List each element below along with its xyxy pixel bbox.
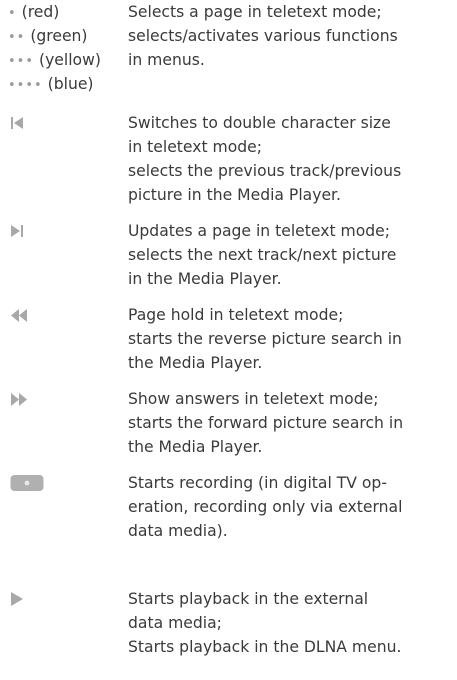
manual-page: • (red) •• (green) ••• (yellow) •••• (bl… (0, 0, 457, 680)
description-line: Starts playback in the DLNA menu. (128, 638, 402, 656)
rewind-icon (11, 309, 27, 322)
skip-previous-description: Switches to double character size in tel… (128, 111, 453, 207)
description-line: data media). (128, 522, 228, 540)
fast-forward-description: Show answers in teletext mode; starts th… (128, 387, 453, 459)
play-icon (11, 592, 23, 606)
description-line: Starts recording (in digital TV op- (128, 474, 387, 492)
green-dots-icon: •• (8, 30, 26, 45)
description-line: eration, recording only via external (128, 498, 403, 516)
skip-previous-icon (11, 117, 23, 129)
color-button-red: • (red) (8, 0, 128, 24)
description-line: in teletext mode; (128, 138, 263, 156)
color-buttons-list: • (red) •• (green) ••• (yellow) •••• (bl… (8, 0, 128, 96)
description-line: the Media Player. (128, 354, 263, 372)
description-line: picture in the Media Player. (128, 186, 341, 204)
description-line: the Media Player. (128, 438, 263, 456)
description-line: selects the next track/next picture (128, 246, 397, 264)
skip-next-description: Updates a page in teletext mode; selects… (128, 219, 453, 291)
play-description: Starts playback in the external data med… (128, 587, 453, 659)
yellow-label: (yellow) (38, 51, 101, 69)
fast-forward-icon (11, 393, 27, 406)
description-line: in menus. (128, 51, 205, 69)
description-line: Page hold in teletext mode; (128, 306, 344, 324)
description-line: selects the previous track/previous (128, 162, 402, 180)
red-label: (red) (21, 3, 60, 21)
blue-dots-icon: •••• (8, 78, 43, 93)
red-dot-icon: • (8, 6, 17, 21)
description-line: data media; (128, 614, 222, 632)
green-label: (green) (30, 27, 88, 45)
color-button-green: •• (green) (8, 24, 128, 48)
description-line: Starts playback in the external (128, 590, 369, 608)
record-description: Starts recording (in digital TV op- erat… (128, 471, 453, 543)
color-button-blue: •••• (blue) (8, 72, 128, 96)
description-line: Show answers in teletext mode; (128, 390, 379, 408)
description-line: starts the forward picture search in (128, 414, 404, 432)
color-buttons-description: Selects a page in teletext mode; selects… (128, 0, 453, 72)
rewind-description: Page hold in teletext mode; starts the r… (128, 303, 453, 375)
blue-label: (blue) (47, 75, 94, 93)
description-line: Updates a page in teletext mode; (128, 222, 390, 240)
description-line: in the Media Player. (128, 270, 282, 288)
description-line: Selects a page in teletext mode; (128, 3, 382, 21)
description-line: Switches to double character size (128, 114, 391, 132)
record-icon (10, 475, 44, 491)
skip-next-icon (11, 225, 23, 237)
description-line: starts the reverse picture search in (128, 330, 402, 348)
color-button-yellow: ••• (yellow) (8, 48, 128, 72)
yellow-dots-icon: ••• (8, 54, 35, 69)
description-line: selects/activates various functions (128, 27, 398, 45)
